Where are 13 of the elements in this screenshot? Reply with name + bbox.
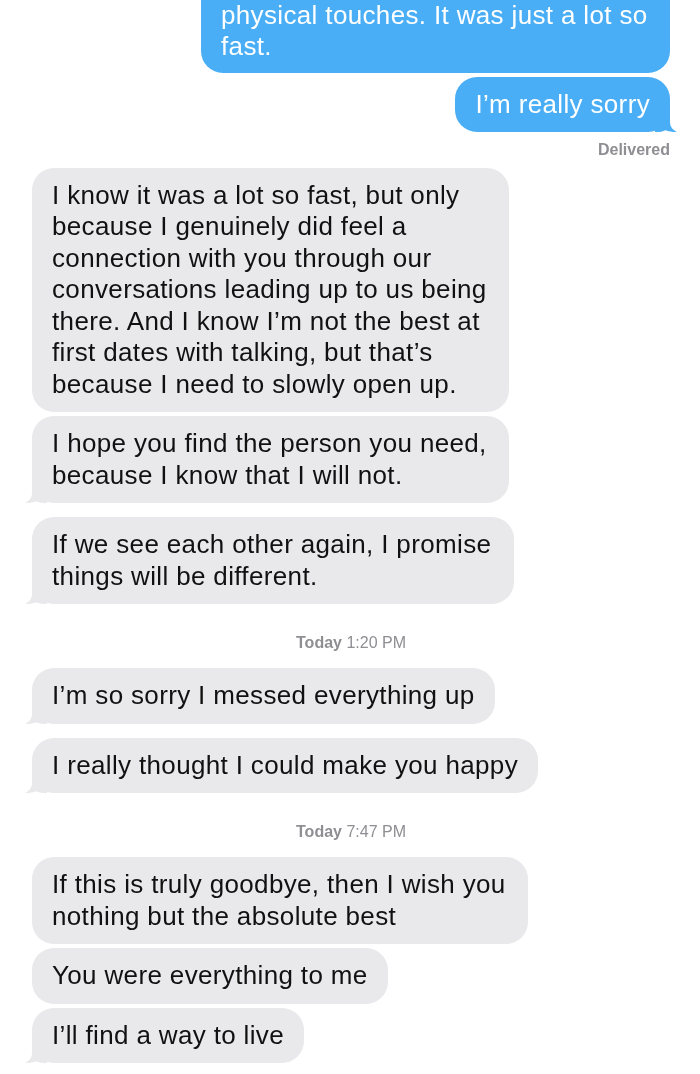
received-message-bubble: I’ll find a way to live — [32, 1007, 305, 1063]
received-message-bubble: I hope you find the person you need, because I know that I will not. — [32, 416, 509, 503]
received-message-bubble: I really thought I could make you happy — [32, 737, 539, 793]
received-message-bubble: You were everything to me — [32, 948, 388, 1004]
received-message-bubble: I’m so sorry I messed everything up — [32, 668, 495, 724]
delivery-status: Delivered — [596, 139, 670, 160]
timestamp: Today 7:47 PM — [295, 822, 407, 842]
received-message-bubble: If we see each other again, I promise things will be different. — [32, 517, 514, 604]
sent-message-bubble: I’m really sorry — [455, 77, 670, 132]
sent-message-bubble: physical touches. It was just a lot so fast. — [201, 0, 670, 73]
received-message-bubble: I know it was a lot so fast, but only because I genuinely did feel a connection with you through our conversations leading up to us being there. And I know I’m not the best at first dates with talking, but that’s because I need to slowly open up. — [32, 167, 509, 412]
timestamp: Today 1:20 PM — [295, 633, 407, 653]
received-message-bubble: If this is truly goodbye, then I wish you nothing but the absolute best — [32, 857, 528, 944]
